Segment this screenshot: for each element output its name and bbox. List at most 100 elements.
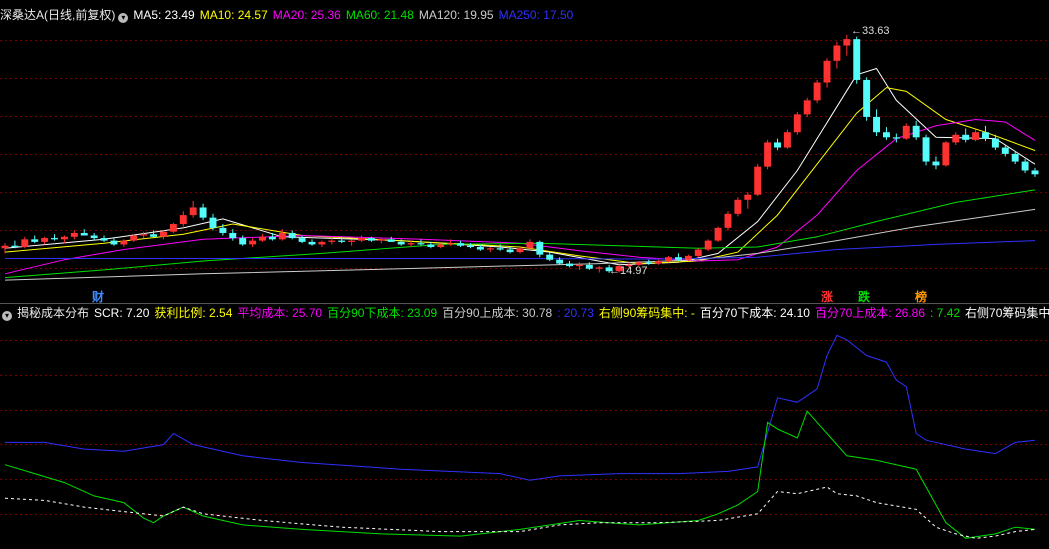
candle-body xyxy=(991,138,999,148)
candle-body xyxy=(556,259,564,264)
ma-label: MA20: 25.36 xyxy=(272,8,341,22)
ma-label: MA5: 23.49 xyxy=(133,8,195,22)
candle-body xyxy=(486,248,494,250)
candle-body xyxy=(447,243,455,245)
candle-body xyxy=(11,245,19,247)
chevron-down-icon[interactable]: ▾ xyxy=(2,311,12,321)
candle-body xyxy=(308,241,316,245)
period-mode: (日线,前复权) xyxy=(44,8,116,22)
candle-body xyxy=(684,255,692,260)
indicator-label: 百分90下成本: 23.09 xyxy=(327,306,438,320)
candle-body xyxy=(259,236,266,241)
candle-body xyxy=(912,125,920,138)
candle-body xyxy=(892,137,900,139)
candle-body xyxy=(397,241,405,245)
candle-body xyxy=(575,264,583,267)
chevron-down-icon[interactable]: ▾ xyxy=(118,13,129,23)
indicator-grid xyxy=(0,340,1049,515)
candle-body xyxy=(655,261,663,264)
candle-body xyxy=(338,240,346,242)
candle-body xyxy=(179,215,187,225)
candle-body xyxy=(457,243,465,246)
candle-body xyxy=(734,199,742,214)
candle-body xyxy=(942,142,950,166)
candle-body xyxy=(110,240,118,245)
candle-body xyxy=(783,132,791,148)
candle-body xyxy=(902,125,910,139)
candle-body xyxy=(169,224,177,232)
candle-body xyxy=(882,132,890,138)
candle-body xyxy=(298,238,306,242)
indicator-line-1 xyxy=(4,410,1036,539)
candle-body xyxy=(268,236,276,240)
candle-body xyxy=(1001,147,1009,154)
candle-body xyxy=(506,249,514,253)
candle-body xyxy=(724,213,732,228)
candle-body xyxy=(318,241,326,245)
candle-body xyxy=(31,239,39,242)
indicator-title: 揭秘成本分布 xyxy=(17,306,90,320)
candle-body xyxy=(159,231,167,237)
candle-body xyxy=(288,232,296,239)
indicator-label: 百分70下成本: 24.10 xyxy=(699,306,810,320)
candle-body xyxy=(546,254,554,260)
candle-body xyxy=(358,238,366,241)
candle-body xyxy=(774,142,781,148)
rank-badge[interactable]: 榜 xyxy=(913,288,929,305)
candle-body xyxy=(130,235,138,241)
candle-body xyxy=(932,161,940,166)
candle-body xyxy=(526,241,534,249)
candle-body xyxy=(189,207,197,216)
ma-line-ma5 xyxy=(4,67,1036,266)
candle-body xyxy=(51,238,58,240)
indicator-label: 获利比例: 2.54 xyxy=(154,306,233,320)
candle-body xyxy=(476,246,484,250)
indicator-label: 右侧90筹码集中: - xyxy=(598,306,695,320)
finance-badge[interactable]: 财 xyxy=(90,288,106,305)
candle-body xyxy=(387,239,395,242)
candle-body xyxy=(427,244,435,247)
ma-line-ma60 xyxy=(4,189,1036,279)
candle-body xyxy=(90,235,98,239)
ma-line-ma10 xyxy=(4,87,1036,265)
candle-body xyxy=(566,263,573,267)
candle-body xyxy=(704,240,712,250)
candle-body xyxy=(585,264,593,269)
indicator-label: : 20.73 xyxy=(557,306,594,320)
candle-body xyxy=(496,248,504,250)
candle-body xyxy=(1011,153,1019,162)
candle-body xyxy=(278,232,286,240)
candle-body xyxy=(60,236,68,240)
fall-badge[interactable]: 跌 xyxy=(856,288,872,305)
candle-body xyxy=(41,238,49,242)
candle-body xyxy=(140,234,148,236)
candle-body xyxy=(239,238,247,245)
candle-body xyxy=(219,227,227,233)
indicator-line-0 xyxy=(5,334,1036,481)
rise-badge[interactable]: 涨 xyxy=(819,288,835,305)
candle-body xyxy=(595,267,603,269)
candle-body xyxy=(437,244,445,247)
candle-body xyxy=(744,194,752,200)
candle-body xyxy=(982,132,989,139)
candle-body xyxy=(536,241,544,255)
ma-label: MA120: 19.95 xyxy=(418,8,494,22)
indicator-label: 平均成本: 25.70 xyxy=(237,306,323,320)
high-price-label: ←33.63 xyxy=(851,25,890,37)
candle-body xyxy=(80,232,88,236)
candle-body xyxy=(367,238,375,241)
candle-body xyxy=(199,207,207,218)
candle-body xyxy=(665,257,673,262)
candle-body xyxy=(150,234,158,237)
candle-body xyxy=(873,116,881,133)
candle-body xyxy=(972,132,980,140)
indicator-label: SCR: 7.20 xyxy=(94,306,150,320)
indicator-line-2 xyxy=(4,486,1036,539)
candle-body xyxy=(249,240,257,245)
candle-body xyxy=(754,166,762,195)
candle-body xyxy=(803,100,811,115)
candle-body xyxy=(516,248,524,253)
candle-body xyxy=(714,227,722,241)
price-panel-header: 深桑达A(日线,前复权) ▾ MA5: 23.49 MA10: 24.57 MA20: … xyxy=(0,6,1049,24)
indicator-labels: SCR: 7.20 获利比例: 2.54 平均成本: 25.70 百分90下成本: 2… xyxy=(94,306,1049,320)
